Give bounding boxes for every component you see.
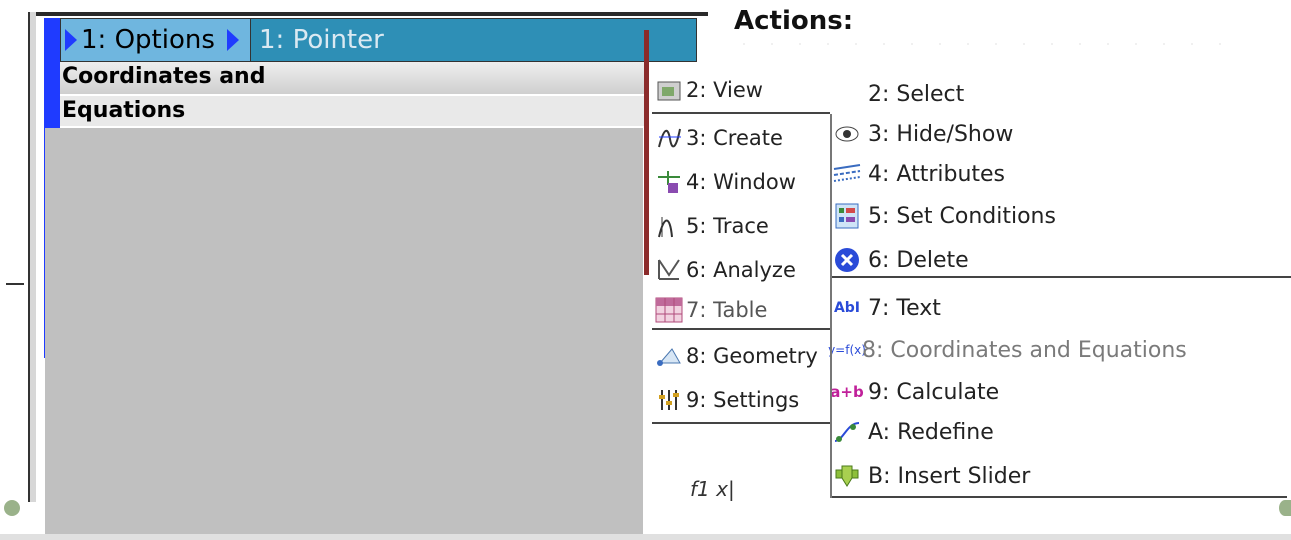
text-icon: AbI [833, 300, 861, 316]
menu-item-trace[interactable]: 5: Trace [650, 204, 830, 248]
submenu-item-label: A: Redefine [868, 419, 994, 445]
conditions-icon [832, 201, 862, 231]
left-marker [6, 283, 24, 285]
scrollbar[interactable] [644, 30, 649, 275]
menu-item-analyze[interactable]: 6: Analyze [650, 248, 830, 292]
menu-item-window[interactable]: 4: Window [650, 160, 830, 204]
window-zoom-icon [654, 167, 684, 197]
submenu-item-calculate[interactable]: a+b 9: Calculate [830, 370, 1287, 414]
window-frame-top [28, 12, 708, 16]
breadcrumb-line1: Coordinates and [62, 64, 266, 89]
tab-pointer-label: 1: Pointer [259, 25, 384, 55]
calculate-icon: a+b [830, 383, 864, 401]
menu-separator [652, 328, 830, 330]
analyze-icon [654, 255, 684, 285]
table-icon [654, 295, 684, 325]
menu-item-label: 7: Table [686, 298, 768, 322]
menu-item-create[interactable]: 3: Create [650, 116, 830, 160]
actions-title: Actions: [734, 6, 854, 36]
tab-arrow-icon [227, 29, 239, 51]
submenu-item-label: 3: Hide/Show [868, 121, 1014, 147]
submenu-item-label: 6: Delete [868, 247, 969, 273]
submenu-item-coordinates-equations[interactable]: y=f(x) 8: Coordinates and Equations [828, 328, 1287, 372]
submenu-item-text[interactable]: AbI 7: Text [832, 286, 1287, 330]
submenu-item-label: 8: Coordinates and Equations [862, 337, 1187, 363]
menu-item-label: 4: Window [686, 170, 796, 194]
view-icon [654, 75, 684, 105]
menu-item-settings[interactable]: 9: Settings [650, 378, 830, 422]
submenu-item-insert-slider[interactable]: B: Insert Slider [832, 454, 1287, 498]
submenu-item-label: 4: Attributes [868, 161, 1006, 187]
menu-item-label: 6: Analyze [686, 258, 796, 282]
graph-create-icon [654, 123, 684, 153]
tab-options[interactable]: 1: Options [60, 18, 252, 62]
bottom-bar [0, 534, 1291, 540]
submenu-item-set-conditions[interactable]: 5: Set Conditions [832, 194, 1287, 238]
eye-icon [832, 119, 862, 149]
submenu-item-select[interactable]: 2: Select [832, 72, 1287, 116]
submenu-item-label: 7: Text [868, 295, 941, 321]
document-area[interactable] [45, 128, 643, 540]
submenu-item-label: B: Insert Slider [868, 463, 1031, 489]
tab-options-label: 1: Options [81, 25, 215, 55]
menu-strip: Coordinates and [60, 62, 645, 94]
trace-icon [654, 211, 684, 241]
menu-item-label: 5: Trace [686, 214, 769, 238]
corner-circle-icon [1279, 500, 1291, 516]
menu-item-label: 2: View [686, 78, 763, 102]
submenu-item-label: 5: Set Conditions [868, 203, 1056, 229]
corner-circle-icon [4, 500, 20, 516]
breadcrumb-line2: Equations [62, 98, 186, 123]
menu-item-view[interactable]: 2: View [650, 68, 830, 112]
select-icon [832, 79, 862, 109]
submenu-item-attributes[interactable]: 4: Attributes [832, 152, 1287, 196]
menu-item-label: 8: Geometry [686, 344, 818, 368]
redefine-icon [832, 417, 862, 447]
submenu-item-redefine[interactable]: A: Redefine [832, 410, 1287, 454]
menu-separator [652, 112, 830, 114]
submenu-item-label: 9: Calculate [868, 379, 1000, 405]
menu-item-label: 3: Create [686, 126, 783, 150]
window-frame-left [28, 12, 36, 502]
attributes-icon [832, 159, 862, 189]
coordinates-equation-icon: y=f(x) [828, 343, 866, 357]
menu-item-table[interactable]: 7: Table [650, 288, 830, 332]
submenu-separator [832, 496, 1287, 498]
menu-item-label: 9: Settings [686, 388, 800, 412]
submenu-border-left [830, 114, 832, 498]
tab-pointer[interactable]: 1: Pointer [227, 18, 697, 62]
actions-menu: 2: View 3: Create 4: Window 5: Trace 6: … [650, 60, 830, 425]
slider-icon [832, 461, 862, 491]
geometry-icon [654, 341, 684, 371]
delete-icon [832, 245, 862, 275]
dotted-row [730, 40, 1230, 48]
menu-item-geometry[interactable]: 8: Geometry [650, 334, 830, 378]
left-window: 1: Options 1: Pointer Coordinates and Eq… [0, 0, 708, 540]
submenu-item-hide-show[interactable]: 3: Hide/Show [832, 112, 1287, 156]
submenu-separator [832, 276, 1291, 278]
tab-arrow-icon [65, 29, 77, 51]
submenu-item-label: 2: Select [868, 81, 965, 107]
menu-separator [652, 422, 830, 424]
settings-icon [654, 385, 684, 415]
menu-strip-2: Equations [60, 96, 645, 126]
entry-line-text[interactable]: f1 x| [690, 477, 735, 501]
submenu: 2: Select 3: Hide/Show 4: Attributes 5: … [828, 72, 1291, 502]
